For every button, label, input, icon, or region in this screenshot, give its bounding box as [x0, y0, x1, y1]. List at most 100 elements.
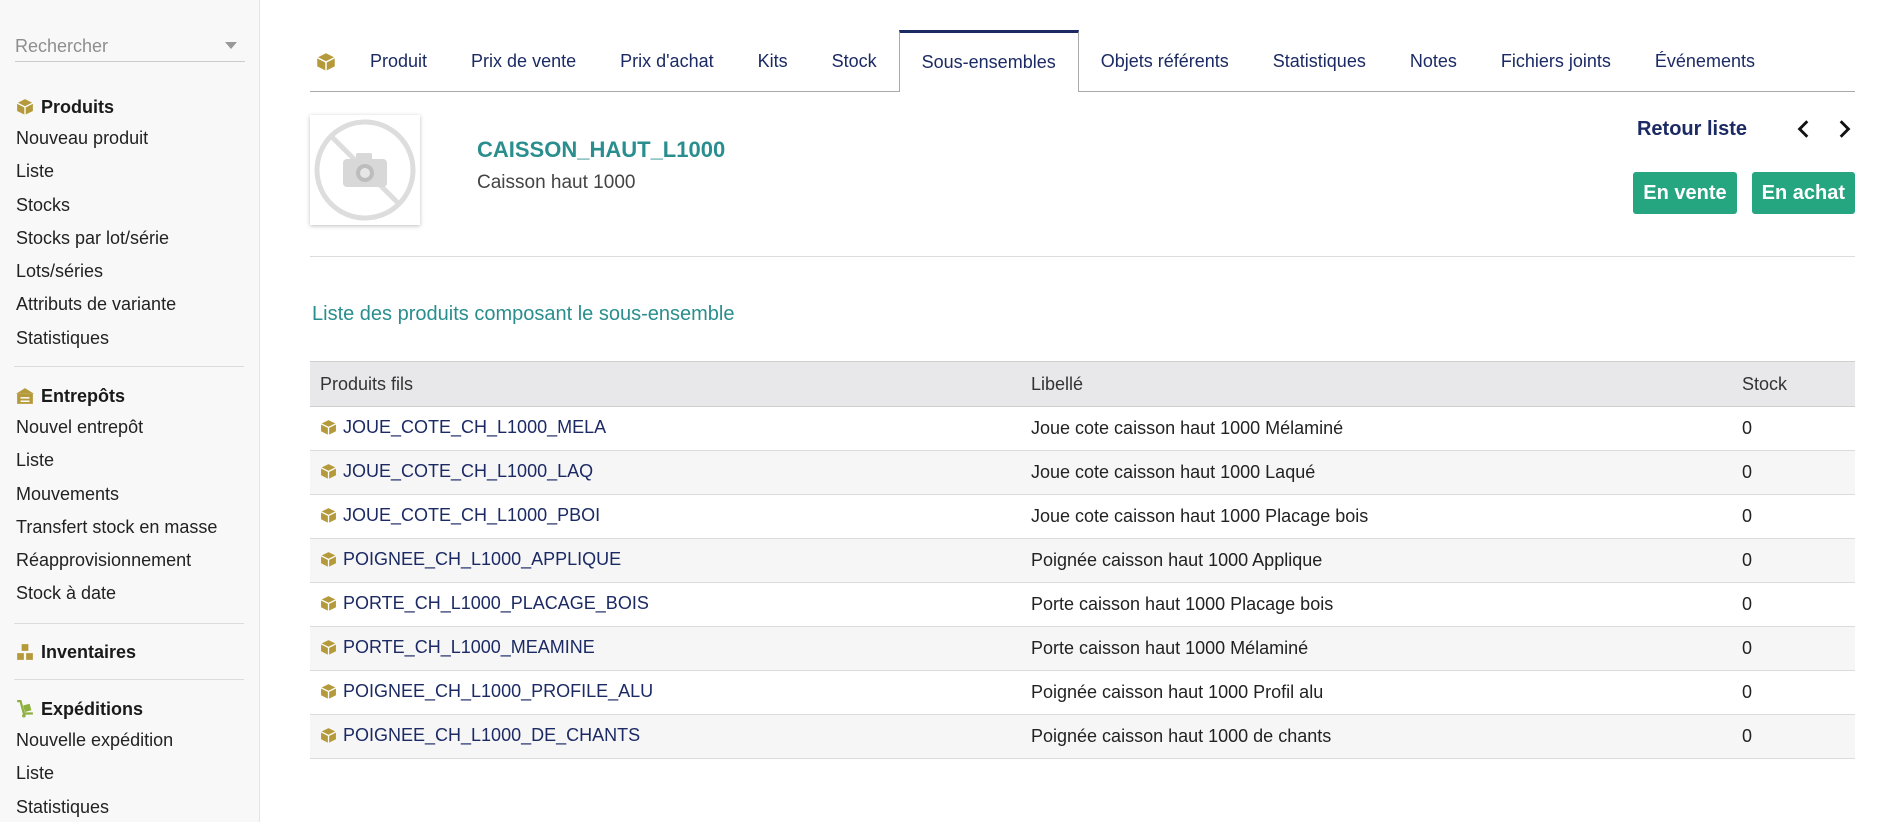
menu-item-stocks-by-lot[interactable]: Stocks par lot/série: [0, 222, 260, 255]
chevron-down-icon[interactable]: [225, 42, 237, 49]
tab-notes[interactable]: Notes: [1388, 31, 1479, 92]
child-product-cell: PORTE_CH_L1000_MEAMINE: [310, 626, 1021, 671]
menu-item-replenishment[interactable]: Réapprovisionnement: [0, 544, 260, 577]
child-product-link[interactable]: PORTE_CH_L1000_PLACAGE_BOIS: [320, 593, 649, 614]
child-product-label: Joue cote caisson haut 1000 Mélaminé: [1021, 406, 1732, 451]
tab-product[interactable]: Produit: [348, 31, 449, 92]
child-product-cell: JOUE_COTE_CH_L1000_PBOI: [310, 494, 1021, 539]
menu-section-inventories: Inventaires: [0, 637, 260, 667]
table-row: PORTE_CH_L1000_PLACAGE_BOIS Porte caisson…: [310, 582, 1855, 627]
product-ref: CAISSON_HAUT_L1000: [477, 137, 726, 162]
menu-item-new-product[interactable]: Nouveau produit: [0, 122, 260, 155]
menu-item-product-list[interactable]: Liste: [0, 155, 260, 188]
table-row: POIGNEE_CH_L1000_PROFILE_ALU Poignée cais…: [310, 670, 1855, 715]
tab-stock[interactable]: Stock: [810, 31, 899, 92]
child-product-link[interactable]: PORTE_CH_L1000_MEAMINE: [320, 637, 595, 658]
menu-item-stocks[interactable]: Stocks: [0, 189, 260, 222]
child-product-cell: JOUE_COTE_CH_L1000_LAQ: [310, 450, 1021, 495]
box-icon: [320, 419, 337, 435]
menu-title-warehouses[interactable]: Entrepôts: [0, 381, 260, 411]
menu-title-shipments[interactable]: Expéditions: [0, 694, 260, 724]
box-icon: [316, 52, 336, 71]
box-icon: [320, 463, 337, 479]
tab-subassemblies[interactable]: Sous-ensembles: [898, 30, 1079, 92]
tab-sale-price[interactable]: Prix de vente: [449, 31, 598, 92]
column-header-label: Libellé: [1021, 361, 1732, 407]
child-product-cell: POIGNEE_CH_L1000_DE_CHANTS: [310, 714, 1021, 759]
tab-product-icon[interactable]: [310, 31, 348, 92]
menu-section-shipments: Expéditions Nouvelle expédition Liste St…: [0, 694, 260, 822]
child-product-label: Porte caisson haut 1000 Mélaminé: [1021, 626, 1732, 671]
menu-item-new-shipment[interactable]: Nouvelle expédition: [0, 724, 260, 757]
child-product-stock: 0: [1732, 450, 1855, 495]
back-to-list-link[interactable]: Retour liste: [1637, 118, 1747, 141]
section-title: Liste des produits composant le sous-ens…: [312, 303, 735, 325]
menu-section-products: Produits Nouveau produit Liste Stocks St…: [0, 92, 260, 355]
child-product-link[interactable]: POIGNEE_CH_L1000_APPLIQUE: [320, 549, 621, 570]
table-row: POIGNEE_CH_L1000_APPLIQUE Poignée caisson…: [310, 538, 1855, 583]
menu-item-product-stats[interactable]: Statistiques: [0, 322, 260, 355]
menu-item-variant-attributes[interactable]: Attributs de variante: [0, 288, 260, 321]
tab-attached-files[interactable]: Fichiers joints: [1479, 31, 1633, 92]
menu-divider: [14, 366, 244, 367]
child-product-stock: 0: [1732, 494, 1855, 539]
boxes-stack-icon: [17, 644, 33, 660]
chevron-left-icon[interactable]: [1793, 118, 1815, 140]
table-row: JOUE_COTE_CH_L1000_PBOI Joue cote caisson…: [310, 494, 1855, 539]
menu-item-warehouse-list[interactable]: Liste: [0, 444, 260, 477]
on-purchase-badge[interactable]: En achat: [1751, 172, 1855, 214]
tab-bar: Produit Prix de vente Prix d'achat Kits …: [310, 30, 1855, 92]
chevron-right-icon[interactable]: [1833, 118, 1855, 140]
menu-item-shipment-stats[interactable]: Statistiques: [0, 791, 260, 822]
box-icon: [320, 727, 337, 743]
menu-title-products[interactable]: Produits: [0, 92, 260, 122]
child-product-link[interactable]: JOUE_COTE_CH_L1000_LAQ: [320, 461, 593, 482]
child-product-stock: 0: [1732, 406, 1855, 451]
menu-item-lots[interactable]: Lots/séries: [0, 255, 260, 288]
tab-referring-objects[interactable]: Objets référents: [1079, 31, 1251, 92]
menu-item-movements[interactable]: Mouvements: [0, 478, 260, 511]
child-product-ref: POIGNEE_CH_L1000_PROFILE_ALU: [343, 680, 654, 701]
child-product-stock: 0: [1732, 538, 1855, 583]
menu-item-mass-transfer[interactable]: Transfert stock en masse: [0, 511, 260, 544]
child-product-link[interactable]: JOUE_COTE_CH_L1000_PBOI: [320, 505, 600, 526]
child-product-stock: 0: [1732, 582, 1855, 627]
menu-item-new-warehouse[interactable]: Nouvel entrepôt: [0, 411, 260, 444]
tab-statistics[interactable]: Statistiques: [1251, 31, 1388, 92]
box-icon: [320, 595, 337, 611]
search-input[interactable]: [15, 32, 215, 60]
child-product-link[interactable]: POIGNEE_CH_L1000_PROFILE_ALU: [320, 681, 653, 702]
child-product-link[interactable]: JOUE_COTE_CH_L1000_MELA: [320, 417, 606, 438]
tab-kits[interactable]: Kits: [736, 31, 810, 92]
child-product-ref: JOUE_COTE_CH_L1000_PBOI: [343, 504, 601, 525]
child-product-ref: PORTE_CH_L1000_MEAMINE: [343, 636, 595, 657]
child-product-stock: 0: [1732, 626, 1855, 671]
child-product-cell: JOUE_COTE_CH_L1000_MELA: [310, 406, 1021, 451]
menu-divider: [14, 623, 244, 624]
menu-title-inventories[interactable]: Inventaires: [0, 637, 260, 667]
product-photo-placeholder[interactable]: [310, 115, 420, 225]
product-label: Caisson haut 1000: [477, 172, 636, 193]
tab-events[interactable]: Événements: [1633, 31, 1777, 92]
child-product-label: Porte caisson haut 1000 Placage bois: [1021, 582, 1732, 627]
status-badges: En vente En achat: [1618, 172, 1855, 214]
column-header-stock: Stock: [1732, 361, 1855, 407]
menu-divider: [14, 679, 244, 680]
child-product-label: Poignée caisson haut 1000 de chants: [1021, 714, 1732, 759]
child-product-label: Joue cote caisson haut 1000 Placage bois: [1021, 494, 1732, 539]
on-sale-badge[interactable]: En vente: [1633, 172, 1737, 214]
child-product-cell: PORTE_CH_L1000_PLACAGE_BOIS: [310, 582, 1021, 627]
box-icon: [320, 683, 337, 699]
table-row: JOUE_COTE_CH_L1000_LAQ Joue cote caisson …: [310, 450, 1855, 495]
child-product-cell: POIGNEE_CH_L1000_PROFILE_ALU: [310, 670, 1021, 715]
menu-item-stock-at-date[interactable]: Stock à date: [0, 577, 260, 610]
tab-purchase-price[interactable]: Prix d'achat: [598, 31, 735, 92]
record-navigation: Retour liste: [1637, 112, 1855, 146]
box-icon: [320, 551, 337, 567]
menu-item-shipment-list[interactable]: Liste: [0, 757, 260, 790]
child-product-link[interactable]: POIGNEE_CH_L1000_DE_CHANTS: [320, 725, 640, 746]
dolly-icon: [17, 700, 33, 718]
search-combobox[interactable]: [15, 32, 245, 62]
main-content: Produit Prix de vente Prix d'achat Kits …: [310, 0, 1855, 822]
no-photo-icon: [314, 119, 416, 221]
